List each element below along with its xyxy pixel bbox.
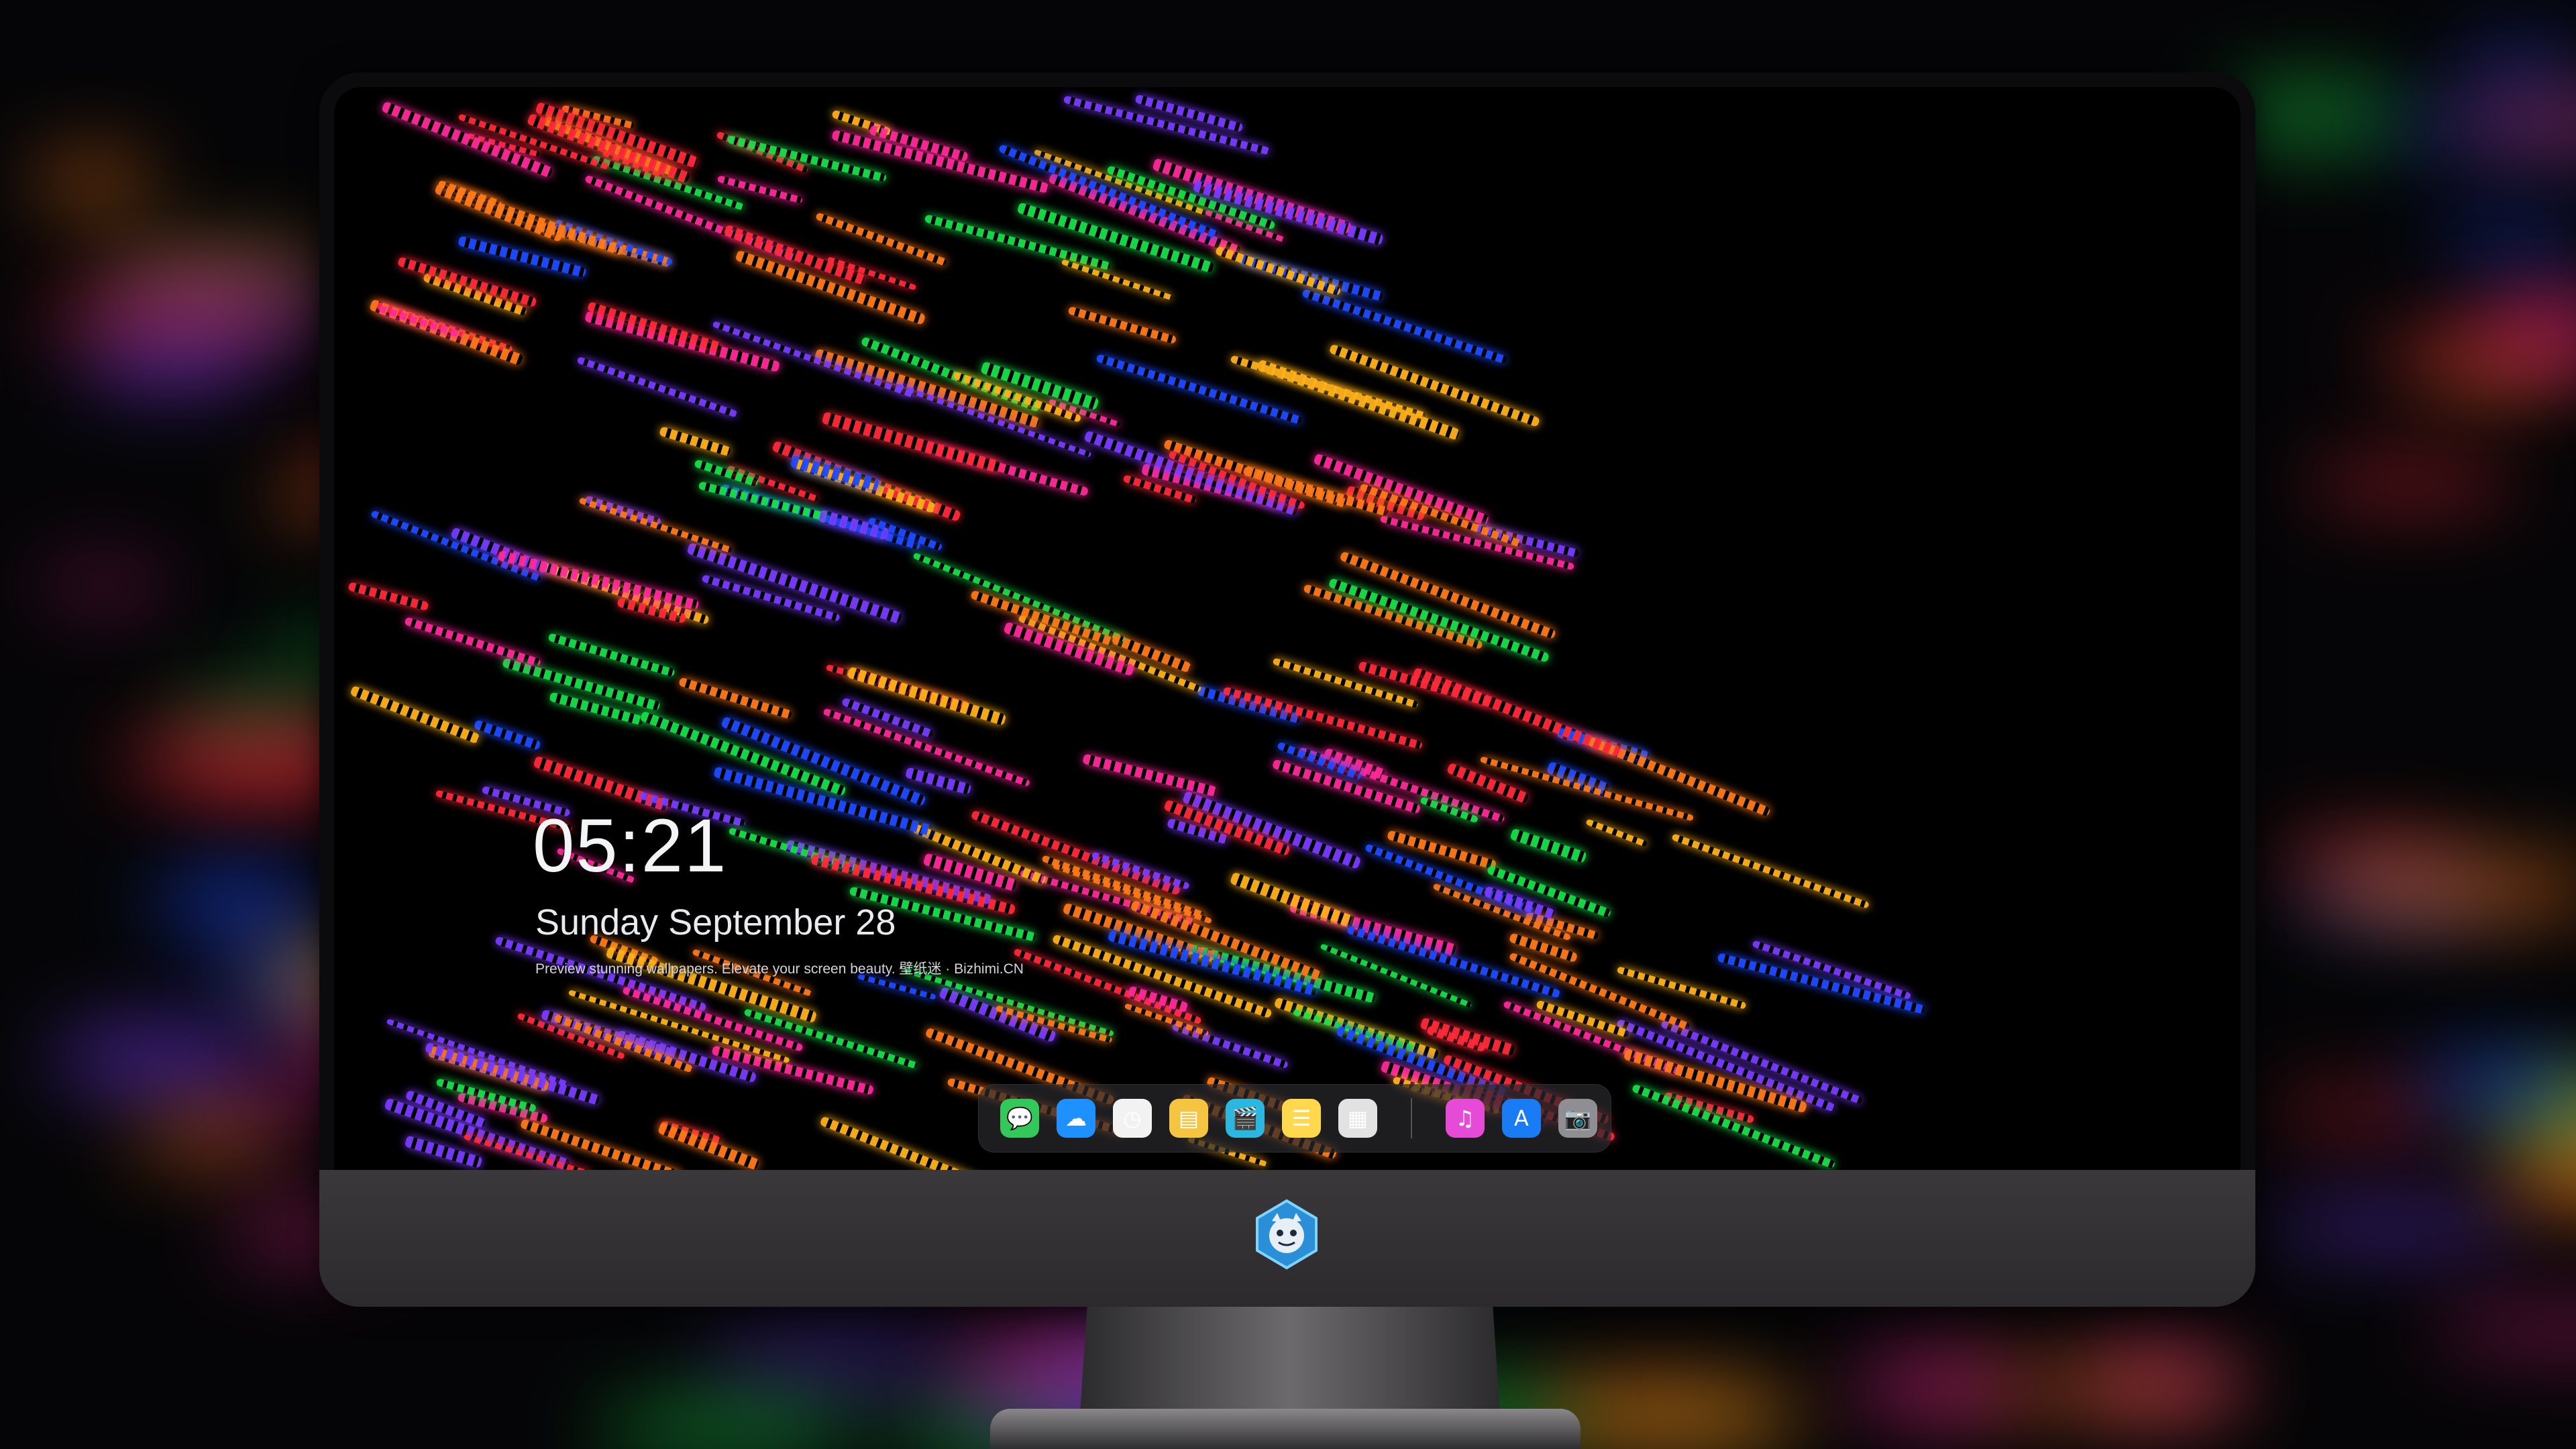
background-blur-blob: [31, 293, 317, 337]
light-streak: [1412, 667, 1621, 757]
light-streak: [458, 235, 587, 278]
light-streak: [657, 1122, 761, 1170]
app-store-icon[interactable]: A: [1502, 1099, 1541, 1138]
light-streaks: [334, 87, 2241, 1170]
light-streak: [819, 1116, 1000, 1170]
clock-icon[interactable]: ◷: [1113, 1099, 1152, 1138]
light-streak: [1017, 202, 1215, 273]
light-streak: [378, 305, 464, 339]
lock-date: Sunday September 28: [535, 902, 896, 943]
dock-separator: [1411, 1098, 1412, 1138]
light-streak: [698, 480, 824, 521]
background-blur-blob: [37, 571, 172, 599]
light-streak: [497, 549, 699, 610]
light-streak: [1067, 306, 1177, 345]
background-blur-blob: [50, 1024, 264, 1095]
light-streak: [386, 1018, 568, 1087]
light-streak: [347, 581, 429, 611]
background-blur-blob: [126, 1116, 284, 1163]
background-blur-blob: [30, 155, 157, 209]
clips-icon[interactable]: 🎬: [1226, 1099, 1265, 1138]
background-blur-blob: [2262, 1205, 2526, 1246]
background-blur-blob: [594, 1403, 866, 1449]
monitor-chin: [319, 1170, 2255, 1307]
background-blur-blob: [168, 693, 339, 722]
light-streak: [1272, 657, 1419, 708]
background-blur-blob: [93, 250, 342, 284]
monitor: 05:21 Sunday September 28 Preview stunni…: [319, 72, 2255, 1307]
light-streak: [658, 426, 732, 457]
light-streak: [821, 411, 1002, 473]
light-streak: [1256, 359, 1460, 441]
background-blur-blob: [1846, 1356, 2021, 1418]
background-blur-blob: [2365, 331, 2576, 371]
light-streak: [578, 497, 733, 553]
light-streak: [1585, 818, 1648, 847]
lock-clock: 05:21: [533, 804, 728, 888]
monitor-stand-base: [990, 1409, 1580, 1449]
light-streak: [1230, 871, 1354, 927]
light-streak: [433, 182, 564, 242]
light-streak: [1717, 953, 1926, 1015]
light-streak: [712, 766, 933, 837]
music-icon[interactable]: ♫: [1446, 1099, 1485, 1138]
light-streak: [1671, 833, 1870, 909]
light-streak: [350, 685, 480, 745]
background-blur-blob: [75, 331, 264, 390]
light-streak: [1328, 343, 1541, 428]
light-streak: [1357, 661, 1492, 708]
light-streak: [592, 155, 745, 211]
light-streak: [1082, 753, 1218, 797]
light-streak: [397, 256, 537, 308]
background-blur-blob: [2451, 44, 2576, 80]
background-blur-blob: [2435, 224, 2576, 261]
light-streak: [425, 1041, 600, 1105]
light-streak: [403, 616, 541, 667]
light-streak: [847, 666, 1006, 726]
light-streak: [1214, 245, 1342, 296]
camera-icon[interactable]: 📷: [1558, 1099, 1597, 1138]
background-blur-blob: [699, 1341, 969, 1381]
light-streak: [1509, 828, 1587, 863]
light-streak: [790, 455, 880, 491]
light-streak: [1192, 179, 1384, 246]
light-streak: [678, 677, 792, 720]
light-streak: [370, 510, 543, 582]
light-streak: [547, 633, 676, 678]
light-streak: [1061, 259, 1173, 301]
screen-wallpaper: 05:21 Sunday September 28 Preview stunni…: [334, 87, 2241, 1170]
light-streak: [474, 719, 542, 751]
photo-booth-icon[interactable]: ▦: [1338, 1099, 1377, 1138]
light-streak: [831, 129, 1050, 193]
background-blur-blob: [154, 866, 322, 939]
light-streak: [904, 767, 971, 795]
light-streak: [1017, 614, 1201, 693]
messages-icon[interactable]: 💬: [1000, 1099, 1039, 1138]
dock: 💬 ☁ ◷ ▤ 🎬 ☰ ▦ ♫ A 📷: [978, 1084, 1611, 1152]
background-blur-blob: [2430, 1312, 2576, 1348]
lock-tagline: Preview stunning wallpapers. Elevate you…: [535, 961, 1024, 977]
notes-icon[interactable]: ☰: [1282, 1099, 1321, 1138]
background-blur-blob: [2305, 462, 2516, 503]
light-streak: [584, 311, 781, 372]
mascot-logo-icon: [1256, 1199, 1318, 1270]
preview-icon[interactable]: ▤: [1169, 1099, 1208, 1138]
light-streak: [1313, 453, 1490, 526]
light-streak: [576, 356, 739, 419]
weather-icon[interactable]: ☁: [1057, 1099, 1095, 1138]
